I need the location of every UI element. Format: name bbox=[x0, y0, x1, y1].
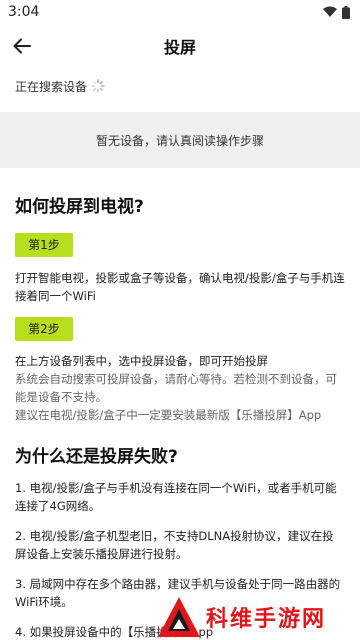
help-content: 如何投屏到电视? 第1步 打开智能电视，投影或盒子等设备，确认电视/投影/盒子与… bbox=[0, 192, 360, 640]
wifi-icon bbox=[323, 6, 337, 17]
watermark-text: 科维手游网 bbox=[206, 607, 327, 632]
step-2-note-1: 系统会自动搜索可投屏设备，请耐心等待。若检测不到设备，可能是设备不支持。 bbox=[15, 372, 337, 404]
arrow-left-icon bbox=[13, 38, 31, 54]
search-status: 正在搜索设备 bbox=[0, 68, 360, 104]
app-bar: 投屏 bbox=[0, 24, 360, 68]
status-time: 3:04 bbox=[8, 4, 40, 20]
back-button[interactable] bbox=[8, 32, 36, 60]
loading-spinner-icon bbox=[91, 79, 105, 93]
why-fail-title: 为什么还是投屏失败? bbox=[15, 447, 178, 467]
battery-icon bbox=[342, 5, 350, 19]
status-icons bbox=[323, 5, 350, 19]
how-to-title: 如何投屏到电视? bbox=[15, 197, 144, 217]
device-list-empty: 暂无设备，请认真阅读操作步骤 bbox=[0, 112, 360, 168]
fail-reason-2: 2. 电视/投影/盒子机型老旧，不支持DLNA投射协议，建议在投屏设备上安装乐播… bbox=[15, 529, 334, 561]
step-2-note-2: 建议在电视/投影/盒子中一定要安装最新版【乐播投屏】App bbox=[15, 408, 322, 422]
step-1-text: 打开智能电视，投影或盒子等设备，确认电视/投影/盒子与手机连接着同一个WiFi bbox=[15, 271, 345, 303]
search-status-label: 正在搜索设备 bbox=[15, 79, 88, 94]
fail-reason-1: 1. 电视/投影/盒子与手机没有连接在同一个WiFi，或者手机可能连接了4G网络… bbox=[15, 481, 337, 513]
status-bar: 3:04 bbox=[0, 0, 360, 24]
watermark-logo-icon bbox=[158, 597, 200, 637]
step-2-badge: 第2步 bbox=[15, 317, 73, 341]
page-title: 投屏 bbox=[163, 38, 196, 57]
step-1-badge: 第1步 bbox=[15, 233, 73, 257]
step-2-text: 在上方设备列表中，选中投屏设备，即可开始投屏 bbox=[15, 354, 268, 368]
empty-message: 暂无设备，请认真阅读操作步骤 bbox=[95, 133, 264, 148]
watermark: 科维手游网 bbox=[156, 594, 356, 640]
